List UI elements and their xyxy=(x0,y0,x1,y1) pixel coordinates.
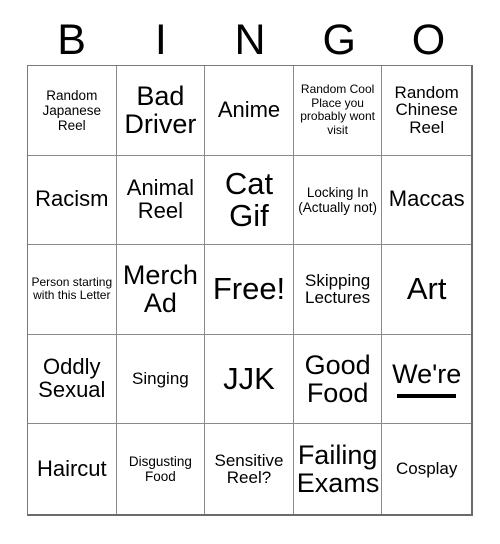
bingo-cell-label: Random Japanese Reel xyxy=(42,87,102,133)
bingo-cell-r5-c2[interactable]: Disgusting Food xyxy=(116,424,206,514)
bingo-cell-r4-c2[interactable]: Singing xyxy=(116,334,206,425)
bingo-cell-r2-c2[interactable]: Animal Reel xyxy=(116,155,206,246)
bingo-cell-label: Random Cool Place you probably wont visi… xyxy=(300,81,375,138)
bingo-header-letter-n: N xyxy=(234,15,266,64)
fill-in-blank-line xyxy=(396,394,457,399)
bingo-cell-r1-c2[interactable]: Bad Driver xyxy=(116,66,206,156)
bingo-cell-r3-c4[interactable]: Skipping Lectures xyxy=(293,245,383,335)
bingo-header-letter-g: G xyxy=(322,15,356,64)
bingo-cell-label: Haircut xyxy=(36,455,107,481)
bingo-cell-label: Free! xyxy=(212,271,286,307)
bingo-cell-r1-c5[interactable]: Random Chinese Reel xyxy=(382,66,471,156)
bingo-cell-label: Good Food xyxy=(304,350,371,409)
bingo-cell-r5-c4[interactable]: Failing Exams xyxy=(293,424,383,514)
bingo-cell-label: Cat Gif xyxy=(224,165,274,233)
bingo-cell-r1-c3[interactable]: Anime xyxy=(205,66,294,156)
bingo-cell-label: Bad Driver xyxy=(124,81,197,140)
bingo-header-letter-b: B xyxy=(57,15,86,64)
bingo-cell-r3-c2[interactable]: Merch Ad xyxy=(116,245,206,335)
bingo-cell-label: Sensitive Reel? xyxy=(214,450,284,488)
bingo-cell-r2-c1[interactable]: Racism xyxy=(28,155,117,246)
bingo-header-letter-o: O xyxy=(411,15,446,64)
bingo-cell-r1-c4[interactable]: Random Cool Place you probably wont visi… xyxy=(293,66,383,156)
bingo-cell-r1-c1[interactable]: Random Japanese Reel xyxy=(28,66,117,156)
bingo-cell-label: JJK xyxy=(223,360,275,396)
bingo-cell-label: Art xyxy=(406,271,447,307)
bingo-cell-r4-c3[interactable]: JJK xyxy=(205,334,294,425)
bingo-cell-label: Maccas xyxy=(388,186,465,212)
bingo-cell-label: Anime xyxy=(217,96,281,122)
bingo-cell-label: Animal Reel xyxy=(126,175,195,223)
bingo-cell-label: Random Chinese Reel xyxy=(394,82,459,138)
bingo-cell-r5-c5[interactable]: Cosplay xyxy=(382,424,471,514)
bingo-cell-r5-c3[interactable]: Sensitive Reel? xyxy=(205,424,294,514)
bingo-cell-r4-c4[interactable]: Good Food xyxy=(293,334,383,425)
bingo-cell-r5-c1[interactable]: Haircut xyxy=(28,424,117,514)
bingo-cell-r3-c5[interactable]: Art xyxy=(382,245,471,335)
bingo-cell-label: Racism xyxy=(35,186,109,212)
bingo-cell-r3-c1[interactable]: Person starting with this Letter xyxy=(28,245,117,335)
bingo-grid: Random Japanese Reel Bad Driver Anime Rando… xyxy=(27,65,473,516)
bingo-cell-label: Oddly Sexual xyxy=(38,354,106,403)
bingo-cell-r4-c1[interactable]: Oddly Sexual xyxy=(28,334,117,425)
bingo-cell-label: Disgusting Food xyxy=(128,454,192,485)
bingo-header-letter-i: I xyxy=(154,15,167,64)
bingo-cell-label: Failing Exams xyxy=(296,440,380,499)
bingo-cell-r2-c4[interactable]: Locking In (Actually not) xyxy=(293,155,383,246)
bingo-header-row: BINGO xyxy=(27,16,473,64)
bingo-cell-label: Skipping Lectures xyxy=(304,270,371,308)
bingo-free-space[interactable]: Free! xyxy=(205,245,294,335)
bingo-cell-label: Cosplay xyxy=(395,459,458,479)
bingo-cell-label: We're xyxy=(392,359,462,390)
bingo-cell-label: Merch Ad xyxy=(122,260,198,319)
bingo-cell-r2-c3[interactable]: Cat Gif xyxy=(205,155,294,246)
bingo-cell-label: Person starting with this Letter xyxy=(31,274,113,303)
bingo-cell-label: Singing xyxy=(132,369,189,389)
bingo-cell-r2-c5[interactable]: Maccas xyxy=(382,155,471,246)
bingo-cell-label: Locking In (Actually not) xyxy=(298,184,377,215)
bingo-card: B I N G O Random Japanese Reel Bad Driver Anim… xyxy=(0,0,500,544)
bingo-cell-r4-c5[interactable]: We're xyxy=(382,334,471,425)
